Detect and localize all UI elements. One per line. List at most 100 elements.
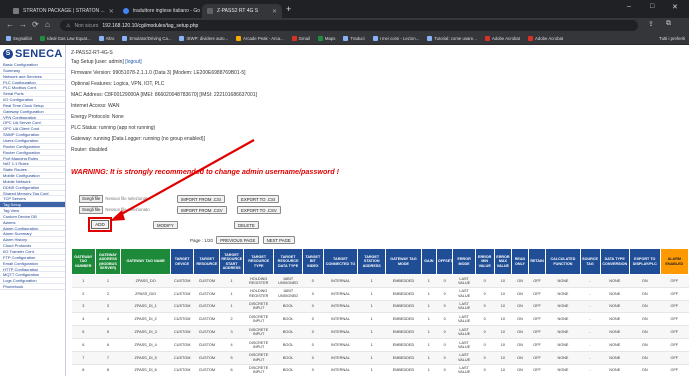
table-cell: NONE <box>545 312 581 327</box>
table-row[interactable]: 8 8 ZPASS_DI_6 CUSTOM CUSTOM 6 DISCRETE INPUT B… <box>71 364 689 376</box>
column-header-error-max-value[interactable]: ERROR MAX VALUE <box>493 248 513 275</box>
column-header-gateway-tag-name[interactable]: GATEWAY TAG NAME <box>120 248 171 275</box>
bookmark-item[interactable]: Maps <box>317 36 335 41</box>
bookmark-item[interactable]: ISWP: dividere auto... <box>179 36 228 41</box>
logo-text: SENECA <box>15 47 63 60</box>
table-cell: 0 <box>475 351 495 365</box>
column-header-target-station-address[interactable]: TARGET STATION ADDRESS <box>357 248 387 275</box>
delete-button[interactable]: DELETE <box>234 221 259 229</box>
previous-page-button[interactable]: PREVIOUS PAGE <box>216 236 260 244</box>
bookmark-item[interactable]: Traduci <box>343 36 365 41</box>
file-chooser-1[interactable]: Scegli file Nessun file selezionato <box>79 195 150 203</box>
bookmark-item[interactable]: Segnalibri <box>6 36 32 41</box>
column-header-gateway-tag-number[interactable]: GATEWAY TAG NUMBER <box>71 248 96 275</box>
table-cell: CUSTOM <box>193 300 220 314</box>
column-header-target-bit-index[interactable]: TARGET BIT INDEX <box>301 248 324 275</box>
bookmark-item[interactable]: Ideal Gas Law Equat... <box>40 36 91 41</box>
column-header-offset[interactable]: OFFSET <box>435 248 454 275</box>
column-header-target-resource-start-address[interactable]: TARGET RESOURCE START ADDRESS <box>219 248 244 275</box>
bookmark-item[interactable]: Altro <box>98 36 115 41</box>
column-header-error-mode[interactable]: ERROR MODE <box>452 248 476 275</box>
table-cell: BOOL <box>273 312 303 327</box>
table-row[interactable]: 1 1 ZPASS_DO CUSTOM CUSTOM 1 HOLDING REGISTER 1… <box>71 274 689 288</box>
bookmarks-bar: Segnalibri Ideal Gas Law Equat... Altro Emu… <box>0 33 689 45</box>
import-csv-button[interactable]: IMPORT FROM .CSV <box>177 206 227 214</box>
table-cell: CUSTOM <box>193 325 220 339</box>
table-cell: 0 <box>436 287 453 301</box>
table-cell: OFF <box>528 325 546 339</box>
browser-tab[interactable]: traduttore inglese italiano - Go ✕ <box>118 4 200 18</box>
browser-tab-active[interactable]: Z-PASS2 RT 4G S ✕ <box>202 4 282 18</box>
bookmark-item[interactable]: Emulator/Driving Ca... <box>122 36 171 41</box>
extensions-icon[interactable]: ⧉ <box>666 20 671 28</box>
bookmark-item[interactable]: Adobe Acrobat <box>484 36 520 41</box>
table-row[interactable]: 4 4 ZPASS_DI_2 CUSTOM CUSTOM 2 DISCRETE INPUT B… <box>71 312 689 327</box>
page-indicator: Page : 1/20 <box>190 238 214 243</box>
column-header-alarm-enabled[interactable]: ALARM ENABLED <box>659 248 689 275</box>
table-cell: 1 <box>421 312 437 327</box>
column-header-target-resource-type[interactable]: TARGET RESOURCE TYPE <box>242 248 275 275</box>
table-row[interactable]: 3 3 ZPASS_DI_1 CUSTOM CUSTOM 1 DISCRETE INPUT B… <box>71 300 689 314</box>
table-cell: 0 <box>475 325 495 339</box>
reload-icon[interactable]: ⟳ <box>32 20 39 29</box>
bookmark-item[interactable]: I mei corsi - Lezion... <box>372 36 419 41</box>
modify-button[interactable]: MODIFY <box>153 221 178 229</box>
table-cell: ON <box>629 312 661 327</box>
bookmark-label: Altro <box>105 36 115 41</box>
column-header-target-resource-data-type[interactable]: TARGET RESOURCE DATA TYPE <box>273 248 303 275</box>
table-row[interactable]: 7 7 ZPASS_DI_5 CUSTOM CUSTOM 5 DISCRETE INPUT B… <box>71 351 689 365</box>
close-window-button[interactable]: ✕ <box>672 3 678 11</box>
logout-link[interactable]: [logout] <box>125 59 141 65</box>
column-header-calculated-function[interactable]: CALCULATED FUNCTION <box>545 248 581 275</box>
bookmark-label: Ideal Gas Law Equat... <box>47 36 91 41</box>
address-bar[interactable]: ⚠ Non sicuro 192.168.120.10/cgi/modules/… <box>60 20 638 31</box>
column-header-source-tag[interactable]: SOURCE TAG <box>579 248 601 275</box>
bookmark-item[interactable]: Tutorial: come usare... <box>427 36 477 41</box>
table-cell: 0 <box>436 364 453 376</box>
import-csi-button[interactable]: IMPORT FROM .CSI <box>177 195 225 203</box>
column-header-target-device[interactable]: TARGET DEVICE <box>169 248 195 275</box>
bookmark-item[interactable]: Gmail <box>291 36 310 41</box>
column-header-retain[interactable]: RETAIN <box>527 248 547 275</box>
url-text[interactable]: 192.168.120.10/cgi/modules/tag_setup.php <box>102 23 198 29</box>
column-header-target-resource[interactable]: TARGET RESOURCE <box>193 248 221 275</box>
maximize-button[interactable]: □ <box>650 3 654 10</box>
table-row[interactable]: 5 5 ZPASS_DI_3 CUSTOM CUSTOM 3 DISCRETE INPUT B… <box>71 325 689 339</box>
new-tab-button[interactable]: + <box>286 4 291 14</box>
export-csi-button[interactable]: EXPORT TO .CSI <box>237 195 280 203</box>
table-row[interactable]: 6 6 ZPASS_DI_4 CUSTOM CUSTOM 4 DISCRETE INPUT B… <box>71 338 689 352</box>
add-button[interactable]: ADD <box>91 220 109 229</box>
close-tab-icon[interactable]: ✕ <box>272 8 277 15</box>
column-header-gateway-address-modbus-server[interactable]: GATEWAY ADDRESS (MODBUS SERVER) <box>94 248 122 275</box>
next-page-button[interactable]: NEXT PAGE <box>262 236 295 244</box>
column-header-export-to-display-plc[interactable]: EXPORT TO DISPLAY/PLC <box>628 248 661 275</box>
close-tab-icon[interactable]: ✕ <box>109 8 114 15</box>
table-row[interactable]: 2 2 ZPASS_DIO CUSTOM CUSTOM 1 HOLDING REGISTER… <box>71 287 689 301</box>
no-file-label: Nessun file selezionato <box>105 207 150 212</box>
share-icon[interactable]: ⇪ <box>648 20 654 28</box>
table-cell: 0 <box>436 300 453 314</box>
bookmark-item[interactable]: Adobe Acrobat <box>528 36 563 41</box>
minimize-button[interactable]: – <box>627 3 631 10</box>
back-icon[interactable]: ← <box>6 20 14 29</box>
column-header-read-only[interactable]: READ ONLY <box>511 248 529 275</box>
home-icon[interactable]: ⌂ <box>45 20 50 29</box>
all-bookmarks-link[interactable]: Tutti i preferiti <box>659 36 685 41</box>
column-header-target-connected-to[interactable]: TARGET CONNECTED TO <box>322 248 359 275</box>
column-header-gain[interactable]: GAIN <box>420 248 437 275</box>
security-label[interactable]: Non sicuro <box>74 23 98 29</box>
choose-file-button[interactable]: Scegli file <box>79 195 104 203</box>
column-header-error-min-value[interactable]: ERROR MIN VALUE <box>474 248 495 275</box>
forward-icon[interactable]: → <box>19 20 27 29</box>
choose-file-button[interactable]: Scegli file <box>79 206 104 214</box>
table-cell: CUSTOM <box>170 287 194 301</box>
table-cell: INTERNAL <box>323 351 358 365</box>
sidebar-item-phonebook[interactable]: Phonebook <box>0 284 65 290</box>
column-header-gateway-tag-mode[interactable]: GATEWAY TAG MODE <box>385 248 422 275</box>
bookmark-item[interactable]: Arcade Peak - Arca... <box>236 36 284 41</box>
file-chooser-2[interactable]: Scegli file Nessun file selezionato <box>79 206 150 214</box>
column-header-data-type-conversion[interactable]: DATA TYPE CONVERSION <box>599 248 630 275</box>
browser-tab[interactable]: STRATON PACKAGE | STRATON ... ✕ <box>8 4 116 18</box>
export-csv-button[interactable]: EXPORT TO .CSV <box>237 206 281 214</box>
not-secure-icon[interactable]: ⚠ <box>66 23 70 29</box>
